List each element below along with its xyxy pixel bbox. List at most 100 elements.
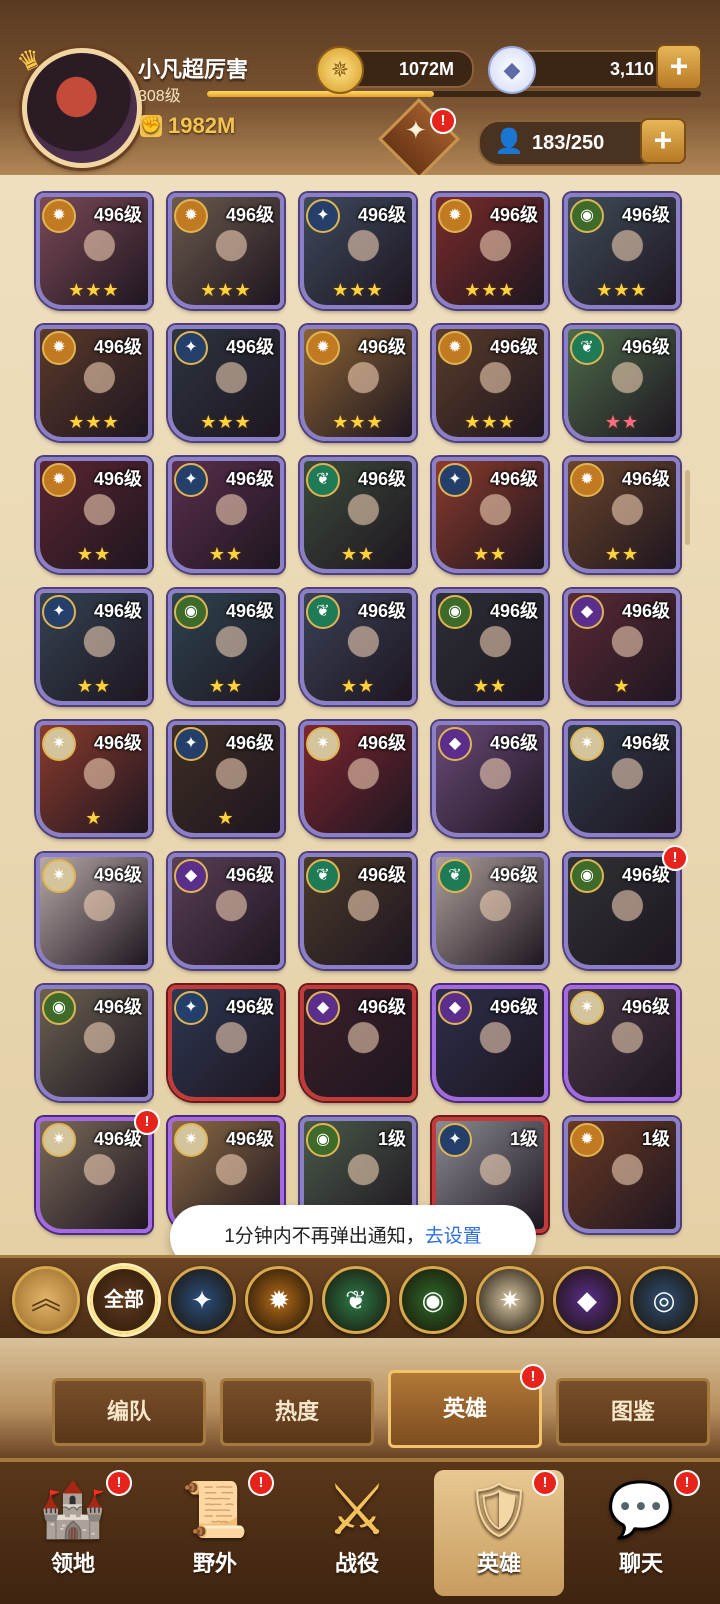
hero-card[interactable]: ◉ 496级 ★★ [432,589,548,705]
hero-card[interactable]: ❦ 496级 ★★ [564,325,680,441]
gold-counter[interactable]: ✵ 1072M [316,46,474,94]
hero-card[interactable]: ✹ 496级 ★★★ [36,193,152,309]
hero-card[interactable]: ✹ 496级 ★★★ [300,325,416,441]
hero-level: 496级 [357,865,406,885]
hero-card[interactable]: ◉ 496级 [564,853,680,969]
hero-level: 496级 [621,469,670,489]
filter-ring-icon[interactable]: ◎ [630,1266,698,1334]
green-faction-icon: ◉ [42,991,76,1025]
green-faction-icon: ◉ [438,595,472,629]
nav-item-2[interactable]: ⚔ 战役 [292,1470,422,1596]
hero-card[interactable]: ✷ 496级 [564,985,680,1101]
hero-card[interactable]: ❦ 496级 [432,853,548,969]
blue-faction-icon: ✦ [42,595,76,629]
subtab-3[interactable]: 图鉴 [556,1378,710,1446]
hero-stars: ★★ [76,544,112,564]
hero-card[interactable]: ◉ 496级 ★★ [168,589,284,705]
nav-label: 英雄 [476,1551,521,1576]
subtab-2[interactable]: 英雄 [388,1370,542,1448]
hero-stars: ★ [613,676,631,696]
hero-card[interactable]: ✹ 496级 ★★★ [432,325,548,441]
gold-faction-icon: ✹ [42,463,76,497]
add-roster-button[interactable]: + [640,118,686,164]
hero-card[interactable]: ◆ 496级 ★ [564,589,680,705]
filter-eye-icon[interactable]: ◉ [399,1266,467,1334]
hero-alert-badge: ! [134,1109,160,1135]
filter-dark-icon[interactable]: ◆ [553,1266,621,1334]
filter-gold-sun-icon[interactable]: ✹ [245,1266,313,1334]
add-gems-button[interactable]: + [656,44,702,90]
xp-fill [207,91,435,97]
gold-faction-icon: ✹ [42,199,76,233]
leaf-faction-icon: ❦ [438,859,472,893]
toast-text: 1分钟内不再弹出通知， [224,1226,425,1247]
hero-level: 496级 [489,601,538,621]
power-display: ✊ 1982M [140,113,235,139]
collapse-up-icon[interactable]: ︽ [12,1266,80,1334]
hero-card[interactable]: ✦ 496级 ★★★ [168,325,284,441]
bottom-nav: 🏰 领地! 📜 野外! ⚔ 战役 🛡 英雄! 💬 聊天! [0,1458,720,1604]
alert-badge: ! [430,108,456,134]
hero-level: 496级 [489,205,538,225]
hero-card[interactable]: ◆ 496级 [300,985,416,1101]
hero-card[interactable]: ◉ 496级 ★★★ [564,193,680,309]
xp-bar [207,91,701,97]
purple-faction-icon: ◆ [306,991,340,1025]
hero-level: 496级 [225,601,274,621]
hero-stars: ★★ [604,544,640,564]
light-faction-icon: ✷ [570,727,604,761]
hero-card[interactable]: ✷ 496级 [564,721,680,837]
nav-label: 领地 [50,1551,95,1576]
hero-card[interactable]: ◉ 496级 [36,985,152,1101]
hero-card[interactable]: ✦ 496级 ★ [168,721,284,837]
nav-icon-2: ⚔ [325,1471,389,1549]
hero-card[interactable]: ◆ 496级 [168,853,284,969]
hero-level: 1级 [509,1129,538,1149]
scrollbar[interactable] [685,470,690,545]
hero-card[interactable]: ✦ 496级 ★★★ [300,193,416,309]
hero-grid[interactable]: ✹ 496级 ★★★ ✹ 496级 ★★★ ✦ 496级 ★★★ ✹ 496级 ★★★ ◉ 496级 ★★★… [0,175,720,1255]
subtab-1[interactable]: 热度 [220,1378,374,1446]
hero-card[interactable]: ✷ 496级 [36,1117,152,1233]
hero-card[interactable]: ✷ 496级 ★ [36,721,152,837]
hero-card[interactable]: ✷ 496级 [300,721,416,837]
nav-alert-badge: ! [248,1470,274,1496]
nav-label: 战役 [334,1551,379,1576]
hero-alert-badge: ! [662,845,688,871]
hero-stars: ★ [85,808,103,828]
hero-level: 496级 [357,205,406,225]
hero-card[interactable]: ◆ 496级 [432,721,548,837]
filter-all-button[interactable]: 全部 [90,1266,158,1334]
hero-card[interactable]: ❦ 496级 ★★ [300,457,416,573]
hero-stars: ★★ [340,676,376,696]
hero-level: 1级 [641,1129,670,1149]
hero-card[interactable]: ✦ 496级 ★★ [432,457,548,573]
nav-alert-badge: ! [674,1470,700,1496]
hero-card[interactable]: ✹ 496级 ★★★ [168,193,284,309]
hero-card[interactable]: ✦ 496级 [168,985,284,1101]
blue-faction-icon: ✦ [174,991,208,1025]
toast-settings-link[interactable]: 去设置 [425,1226,482,1247]
hero-level: 496级 [225,469,274,489]
hero-card[interactable]: ◆ 496级 [432,985,548,1101]
hero-card[interactable]: ✹ 496级 ★★ [36,457,152,573]
green-faction-icon: ◉ [174,595,208,629]
hero-card[interactable]: ✹ 1级 [564,1117,680,1233]
subtab-0[interactable]: 编队 [52,1378,206,1446]
roster-counter[interactable]: 👤 183/250 [478,120,662,166]
filter-leaf-icon[interactable]: ❦ [322,1266,390,1334]
filter-light-icon[interactable]: ✷ [476,1266,544,1334]
hero-card[interactable]: ❦ 496级 ★★ [300,589,416,705]
hero-card[interactable]: ✦ 496级 ★★ [168,457,284,573]
blue-faction-icon: ✦ [306,199,340,233]
purple-faction-icon: ◆ [438,991,472,1025]
hero-card[interactable]: ✹ 496级 ★★★ [36,325,152,441]
hero-card[interactable]: ✦ 496级 ★★ [36,589,152,705]
hero-level: 496级 [621,601,670,621]
hero-level: 496级 [225,865,274,885]
hero-card[interactable]: ✹ 496级 ★★ [564,457,680,573]
hero-card[interactable]: ✷ 496级 [36,853,152,969]
hero-card[interactable]: ✹ 496级 ★★★ [432,193,548,309]
hero-card[interactable]: ❦ 496级 [300,853,416,969]
filter-blue-star-icon[interactable]: ✦ [168,1266,236,1334]
